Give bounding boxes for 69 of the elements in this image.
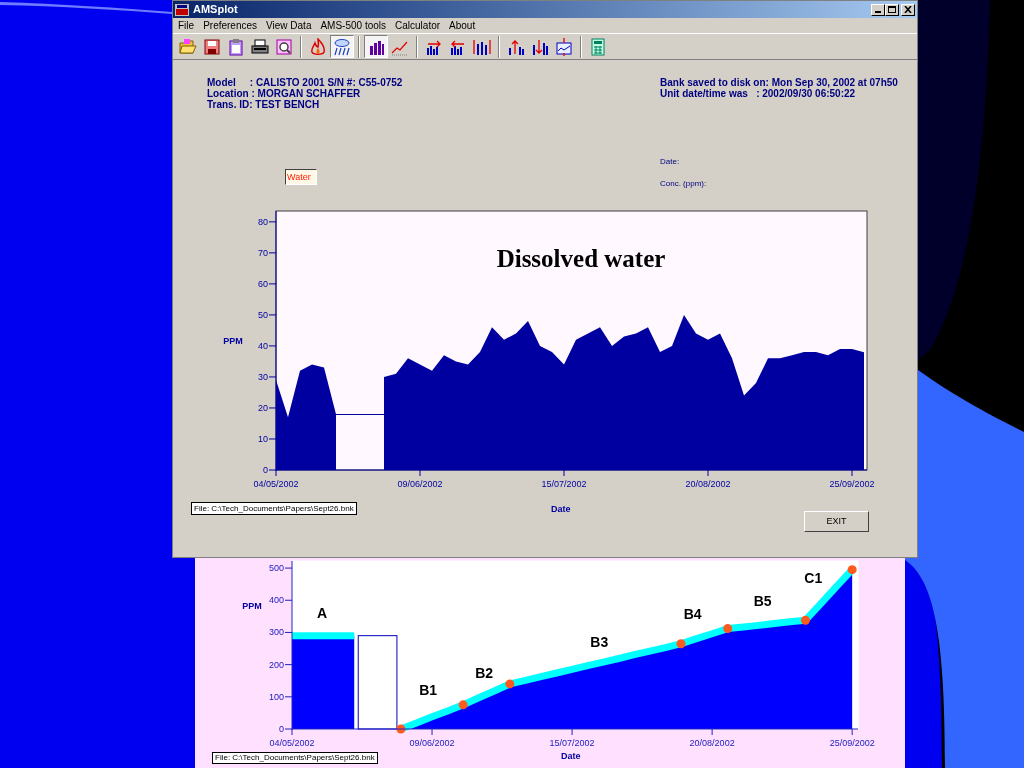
menu-item[interactable]: Preferences — [203, 18, 258, 33]
app-icon — [175, 3, 189, 16]
data-point — [396, 724, 406, 734]
segment-label: C1 — [804, 570, 823, 587]
segment-label: B2 — [475, 665, 494, 681]
axis-tick-label: 100 — [268, 691, 284, 702]
axis-title: PPM — [242, 601, 262, 611]
data-point — [723, 624, 733, 634]
axis-tick-label: 25/09/2002 — [829, 479, 875, 489]
axis-tick-label: 20/08/2002 — [689, 738, 735, 748]
menu-item[interactable]: AMS-500 tools — [320, 18, 387, 33]
chart-title: Dissolved water — [496, 245, 666, 272]
axis-tick-label: 15/07/2002 — [549, 738, 595, 748]
readout-label: Date: — [660, 156, 681, 168]
axis-tick-label: 500 — [268, 563, 284, 574]
axis-tick-label: 20 — [258, 402, 268, 413]
axis-tick-label: 09/06/2002 — [409, 738, 455, 748]
axis-title: Date — [551, 503, 571, 516]
segment-label: A — [316, 605, 328, 622]
gas-field[interactable]: Water — [285, 169, 317, 185]
axis-tick-label: 0 — [263, 465, 268, 475]
axis-tick-label: 09/06/2002 — [397, 479, 443, 489]
gap-line — [336, 414, 384, 415]
menu-item[interactable]: File — [178, 18, 195, 33]
segment-label: B5 — [753, 593, 772, 610]
menu-item[interactable]: Calculator — [395, 18, 441, 33]
close-button[interactable] — [901, 3, 915, 16]
minimize-button[interactable] — [871, 3, 885, 16]
axis-tick-label: 50 — [258, 309, 268, 320]
file-path-field: File: C:\Tech_Documents\Papers\Sept26.bnk — [212, 752, 378, 764]
data-point — [801, 615, 810, 625]
info-text: Location : MORGAN SCHAFFER — [207, 88, 362, 99]
data-point — [676, 639, 686, 649]
axis-tick-label: 04/05/2002 — [269, 738, 315, 748]
data-point — [505, 679, 515, 689]
info-text: Unit date/time was : 2002/09/30 06:50:22 — [660, 88, 857, 99]
segment-label: B1 — [419, 682, 438, 699]
axis-tick-label: 200 — [268, 659, 284, 670]
axis-tick-label: 70 — [258, 247, 268, 258]
axis-tick-label: 0 — [279, 724, 284, 734]
bar-chart-icon[interactable] — [364, 35, 388, 58]
info-text: Model : CALISTO 2001 S/N #: C55-0752 — [207, 77, 404, 88]
rain-cloud-icon[interactable] — [330, 35, 354, 58]
axis-tick-label: 80 — [258, 216, 268, 227]
axis-tick-label: 25/09/2002 — [829, 738, 875, 748]
axis-tick-label: 20/08/2002 — [685, 479, 731, 489]
menu-item[interactable]: View Data — [266, 18, 312, 33]
axis-tick-label: 40 — [258, 340, 268, 351]
menu-item[interactable]: About — [449, 18, 476, 33]
axis-tick-label: 04/05/2002 — [253, 479, 299, 489]
axis-tick-label: 30 — [258, 371, 268, 382]
window-title: AMSplot — [193, 2, 238, 18]
axis-title: PPM — [223, 336, 243, 346]
data-point — [458, 700, 468, 710]
info-text: Bank saved to disk on: Mon Sep 30, 2002 at 07h50 — [660, 77, 898, 88]
axis-tick-label: 15/07/2002 — [541, 479, 587, 489]
axis-tick-label: 10 — [258, 434, 268, 444]
segment-label: B4 — [683, 606, 702, 623]
axis-tick-label: 400 — [268, 595, 284, 606]
readout-label: Conc. (ppm): — [660, 178, 707, 190]
maximize-button[interactable] — [885, 3, 899, 16]
data-point — [847, 565, 857, 575]
info-text: Trans. ID: TEST BENCH — [207, 99, 321, 110]
segment-label: B3 — [590, 634, 609, 651]
axis-tick-label: 60 — [258, 278, 268, 289]
exit-button[interactable]: EXIT — [804, 511, 869, 532]
file-path-field: File: C:\Tech_Documents\Papers\Sept26.bnk — [191, 502, 357, 515]
axis-title: Date — [561, 750, 581, 763]
axis-tick-label: 300 — [268, 627, 284, 638]
